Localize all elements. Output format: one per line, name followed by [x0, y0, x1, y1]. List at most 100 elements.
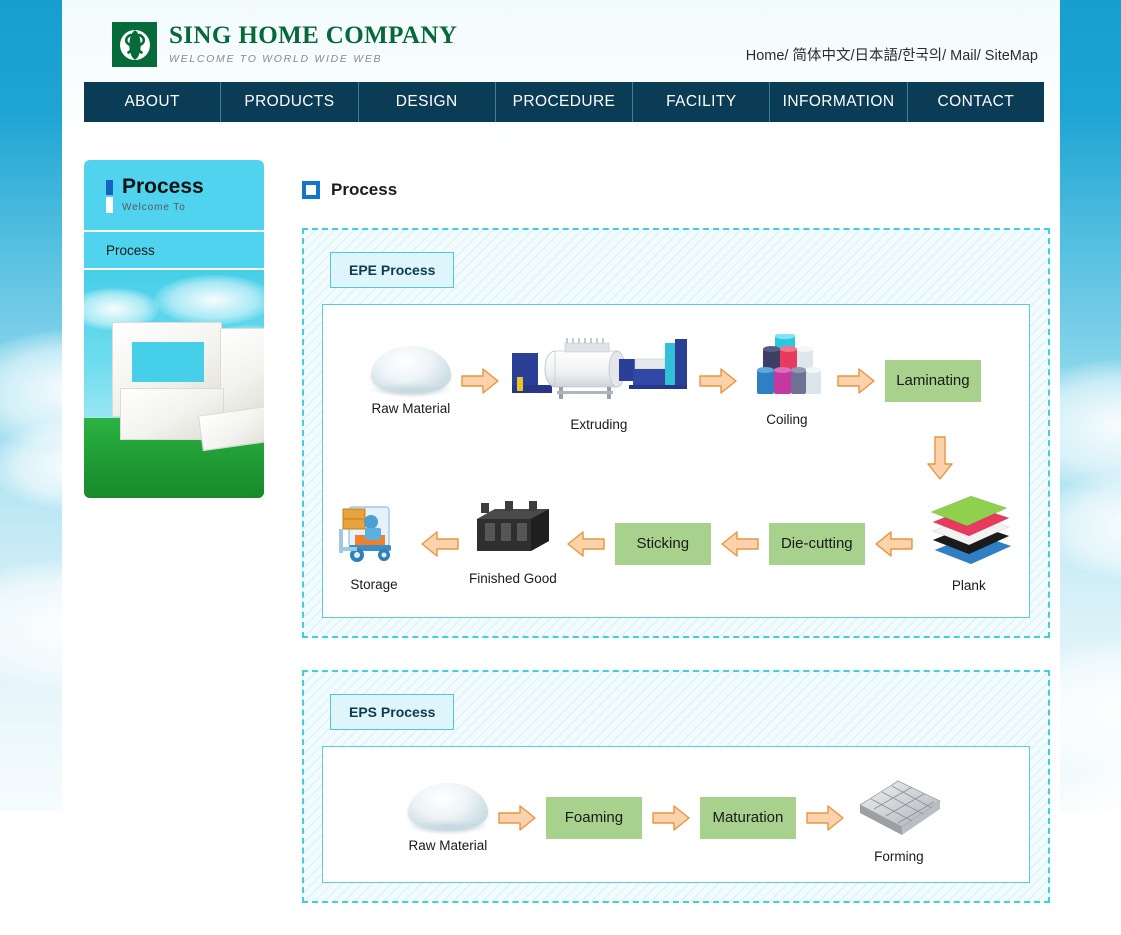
flow-step-extruding: Extruding: [509, 329, 689, 432]
process-flow-row: Raw Material Foaming Maturation Forming: [337, 765, 1015, 864]
body-area: Process Welcome To Process Process EPE P…: [84, 160, 1050, 935]
sidebar-item-process[interactable]: Process: [84, 230, 264, 268]
sidebar-marker-white-icon: [106, 197, 113, 213]
flow-arrow-right-icon: [699, 367, 737, 394]
flow-step-die-cutting: Die-cutting: [768, 522, 865, 565]
flow-arrow-left-icon: [721, 530, 759, 557]
flow-step-label: Maturation: [712, 809, 784, 826]
process-flow-row: Storage Finished Good Sticking Die-cutting P…: [337, 480, 1015, 599]
nav-item-design[interactable]: DESIGN: [359, 82, 496, 122]
utility-link-[interactable]: 日本語: [855, 48, 899, 64]
utility-link-separator: /: [976, 48, 985, 64]
page-container: SING HOME COMPANY WELCOME TO WORLD WIDE …: [62, 0, 1060, 903]
flow-step-box: Laminating: [884, 359, 981, 402]
flow-arrow-left-icon: [875, 530, 913, 557]
utility-link-home[interactable]: Home: [746, 48, 785, 64]
company-logo-icon: [112, 22, 157, 67]
flow-arrow-down-icon: [927, 436, 953, 480]
utility-link-[interactable]: 简体中文: [792, 48, 850, 64]
page-title: Process: [331, 180, 398, 199]
sidebar-marker-blue-icon: [106, 180, 113, 195]
plank-stack-image: [923, 494, 1015, 571]
utility-link-[interactable]: 한국의: [902, 48, 942, 64]
nav-item-about[interactable]: ABOUT: [84, 82, 222, 122]
flow-step-box: Die-cutting: [768, 522, 865, 565]
flow-step-storage: Storage: [337, 495, 411, 592]
flow-step-caption: Coiling: [766, 412, 808, 427]
coiling-rolls-image: [747, 332, 827, 405]
process-diagram-panel: Raw Material Extruding Coiling Laminating St…: [322, 304, 1030, 618]
flow-step-coiling: Coiling: [747, 332, 827, 427]
process-section-epe-process: EPE Process Raw Material Extruding Coiling L…: [302, 228, 1050, 638]
main-navigation: ABOUT PRODUCTS DESIGN PROCEDURE FACILITY INFO…: [84, 82, 1044, 122]
flow-step-caption: Raw Material: [371, 400, 451, 416]
process-diagram-panel: Raw Material Foaming Maturation Forming: [322, 746, 1030, 883]
sidebar-title: Process: [122, 175, 204, 198]
process-section-tab[interactable]: EPE Process: [330, 252, 455, 288]
storage-forklift-image: [337, 495, 411, 570]
flow-step-sticking: Sticking: [614, 522, 711, 565]
nav-item-label: DESIGN: [395, 93, 458, 110]
sidebar-product-photo: [84, 268, 264, 498]
nav-item-procedure[interactable]: PROCEDURE: [496, 82, 634, 122]
nav-item-label: ABOUT: [124, 93, 180, 110]
nav-item-label: CONTACT: [937, 93, 1015, 110]
nav-item-products[interactable]: PRODUCTS: [221, 82, 359, 122]
flow-step-plank: Plank: [923, 494, 1015, 593]
sidebar-item-label: Process: [106, 242, 155, 258]
extruding-machine-image: [509, 329, 689, 410]
utility-link-sitemap[interactable]: SiteMap: [985, 48, 1038, 64]
flow-step-box: Foaming: [545, 796, 642, 839]
flow-arrow-right-icon: [498, 804, 536, 831]
flow-step-caption: Extruding: [570, 417, 628, 432]
flow-step-maturation: Maturation: [699, 796, 796, 839]
company-name: SING HOME COMPANY: [169, 22, 458, 49]
flow-step-raw-material: Raw Material: [403, 782, 492, 853]
flow-step-foaming: Foaming: [545, 796, 642, 839]
foam-piece-window: [132, 342, 204, 382]
utility-links: Home/ 简体中文/日本語/한국의/ Mail/ SiteMap: [746, 44, 1038, 65]
process-flow-row: Raw Material Extruding Coiling Laminating: [337, 323, 1015, 432]
nav-item-contact[interactable]: CONTACT: [908, 82, 1044, 122]
logo-text-block: SING HOME COMPANY WELCOME TO WORLD WIDE …: [169, 22, 457, 65]
flow-arrow-right-icon: [837, 367, 875, 394]
sidebar: Process Welcome To Process: [84, 160, 264, 498]
flow-arrow-right-icon: [806, 804, 844, 831]
flow-arrow-right-icon: [652, 804, 690, 831]
nav-item-label: FACILITY: [666, 93, 737, 110]
process-sections: EPE Process Raw Material Extruding Coiling L…: [302, 228, 1050, 903]
flow-step-raw-material: Raw Material: [366, 345, 455, 416]
flow-step-box: Maturation: [699, 796, 796, 839]
process-section-eps-process: EPS Process Raw Material Foaming Maturation…: [302, 670, 1050, 903]
utility-link-separator: /: [942, 48, 951, 64]
flow-step-label: Sticking: [636, 535, 690, 552]
flow-arrow-right-icon: [461, 367, 499, 394]
site-logo[interactable]: SING HOME COMPANY WELCOME TO WORLD WIDE …: [112, 22, 457, 67]
process-section-tab-label: EPE Process: [349, 262, 436, 278]
nav-item-label: PRODUCTS: [244, 93, 335, 110]
flow-step-caption: Finished Good: [469, 571, 557, 586]
flow-step-laminating: Laminating: [884, 359, 981, 402]
process-section-tab[interactable]: EPS Process: [330, 694, 455, 730]
process-flow-connector: [337, 436, 1015, 480]
flow-step-caption: Raw Material: [408, 837, 488, 853]
process-section-tab-label: EPS Process: [349, 704, 436, 720]
flow-arrow-left-icon: [421, 530, 459, 557]
flow-step-label: Die-cutting: [780, 535, 853, 552]
main-content: Process EPE Process Raw Material Extruding…: [264, 160, 1050, 935]
flow-step-finished-good: Finished Good: [469, 501, 557, 586]
flow-step-caption: Plank: [951, 578, 986, 593]
nav-item-label: PROCEDURE: [512, 93, 616, 110]
raw-material-pellets-image: [366, 345, 455, 397]
nav-item-facility[interactable]: FACILITY: [633, 82, 771, 122]
utility-link-mail[interactable]: Mail: [950, 48, 977, 64]
finished-good-image: [471, 501, 555, 564]
raw-material-pellets-image: [403, 782, 492, 834]
forming-tray-image: [854, 771, 944, 842]
sidebar-subtitle: Welcome To: [122, 202, 186, 213]
flow-arrow-left-icon: [567, 530, 605, 557]
nav-item-information[interactable]: INFORMATION: [770, 82, 908, 122]
flow-step-caption: Forming: [874, 849, 924, 864]
square-bullet-icon: [302, 181, 320, 199]
flow-step-forming: Forming: [854, 771, 944, 864]
